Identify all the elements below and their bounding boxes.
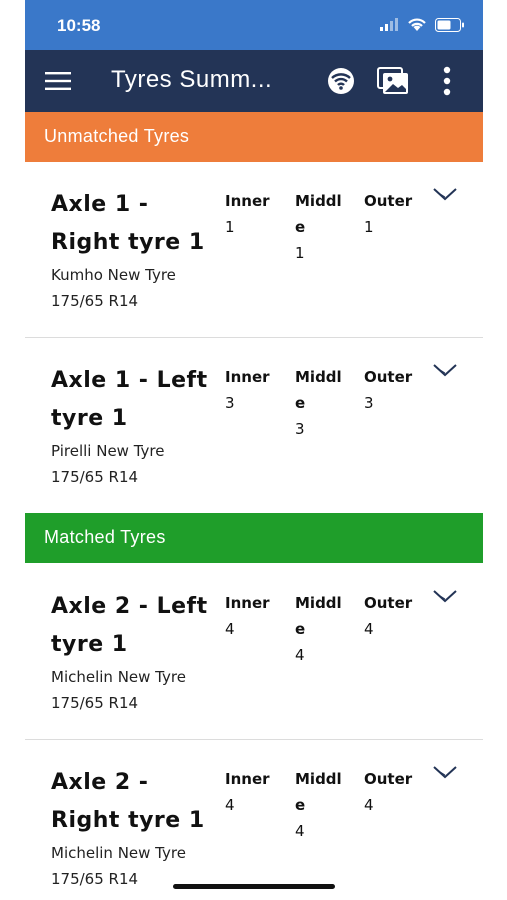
tyre-row[interactable]: Axle 1 - Left tyre 1 Pirelli New Tyre 17… (25, 338, 483, 514)
outer-label: Outer (364, 770, 413, 788)
tyre-size: 175/65 R14 (51, 694, 139, 712)
signal-icon (380, 17, 398, 31)
inner-value: 4 (225, 796, 235, 814)
tyre-name: Axle 1 - Right tyre 1 (51, 192, 205, 255)
page-title: Tyres Summ... (111, 66, 273, 93)
tyre-brand: Michelin New Tyre (51, 668, 186, 686)
middle-column: Middle 3 (295, 364, 345, 442)
gallery-icon[interactable] (377, 67, 409, 95)
inner-column: Inner 3 (225, 364, 285, 416)
status-icons (379, 17, 465, 32)
middle-value: 4 (295, 646, 305, 664)
outer-column: Outer 4 (364, 590, 424, 642)
tyre-row[interactable]: Axle 2 - Left tyre 1 Michelin New Tyre 1… (25, 564, 483, 740)
middle-label: Middle (295, 192, 342, 236)
tyre-size: 175/65 R14 (51, 292, 139, 310)
outer-value: 1 (364, 218, 374, 236)
middle-label: Middle (295, 368, 342, 412)
inner-value: 1 (225, 218, 235, 236)
battery-icon (435, 17, 464, 32)
tyre-name: Axle 1 - Left tyre 1 (51, 368, 208, 431)
chevron-down-icon[interactable] (432, 588, 458, 606)
chevron-down-icon[interactable] (432, 362, 458, 380)
unmatched-tyres-header: Unmatched Tyres (25, 112, 483, 162)
inner-value: 4 (225, 620, 235, 638)
tyre-row[interactable]: Axle 2 - Right tyre 1 Michelin New Tyre … (25, 740, 483, 900)
middle-value: 4 (295, 822, 305, 840)
tyre-name: Axle 2 - Right tyre 1 (51, 770, 205, 833)
outer-value: 4 (364, 620, 374, 638)
tyre-row[interactable]: Axle 1 - Right tyre 1 Kumho New Tyre 175… (25, 162, 483, 338)
outer-column: Outer 1 (364, 188, 424, 240)
inner-label: Inner (225, 770, 270, 788)
menu-icon[interactable] (45, 72, 71, 90)
outer-value: 3 (364, 394, 374, 412)
home-indicator[interactable] (173, 884, 335, 889)
status-time: 10:58 (57, 16, 101, 35)
middle-column: Middle 4 (295, 590, 345, 668)
middle-value: 1 (295, 244, 305, 262)
tyre-name: Axle 2 - Left tyre 1 (51, 594, 208, 657)
status-bar: 10:58 (25, 0, 483, 50)
outer-column: Outer 3 (364, 364, 424, 416)
middle-label: Middle (295, 594, 342, 638)
more-options-icon[interactable] (443, 66, 451, 96)
inner-value: 3 (225, 394, 235, 412)
outer-label: Outer (364, 192, 413, 210)
middle-column: Middle 4 (295, 766, 345, 844)
inner-column: Inner 4 (225, 766, 285, 818)
chevron-down-icon[interactable] (432, 764, 458, 782)
middle-label: Middle (295, 770, 342, 814)
app-bar: Tyres Summ... (25, 50, 483, 112)
outer-value: 4 (364, 796, 374, 814)
outer-label: Outer (364, 594, 413, 612)
tyre-size: 175/65 R14 (51, 870, 139, 888)
tyres-summary-screen: 10:58 Tyres Summ... Unmatched Tyres Axle… (25, 0, 483, 900)
tyre-brand: Michelin New Tyre (51, 844, 186, 862)
middle-column: Middle 1 (295, 188, 345, 266)
outer-label: Outer (364, 368, 413, 386)
inner-label: Inner (225, 192, 270, 210)
wifi-status-icon (408, 18, 426, 31)
inner-label: Inner (225, 594, 270, 612)
wifi-icon[interactable] (327, 67, 355, 95)
inner-column: Inner 1 (225, 188, 285, 240)
inner-column: Inner 4 (225, 590, 285, 642)
chevron-down-icon[interactable] (432, 186, 458, 204)
matched-tyres-header: Matched Tyres (25, 513, 483, 563)
tyre-brand: Pirelli New Tyre (51, 442, 165, 460)
outer-column: Outer 4 (364, 766, 424, 818)
tyre-brand: Kumho New Tyre (51, 266, 176, 284)
inner-label: Inner (225, 368, 270, 386)
middle-value: 3 (295, 420, 305, 438)
tyre-size: 175/65 R14 (51, 468, 139, 486)
